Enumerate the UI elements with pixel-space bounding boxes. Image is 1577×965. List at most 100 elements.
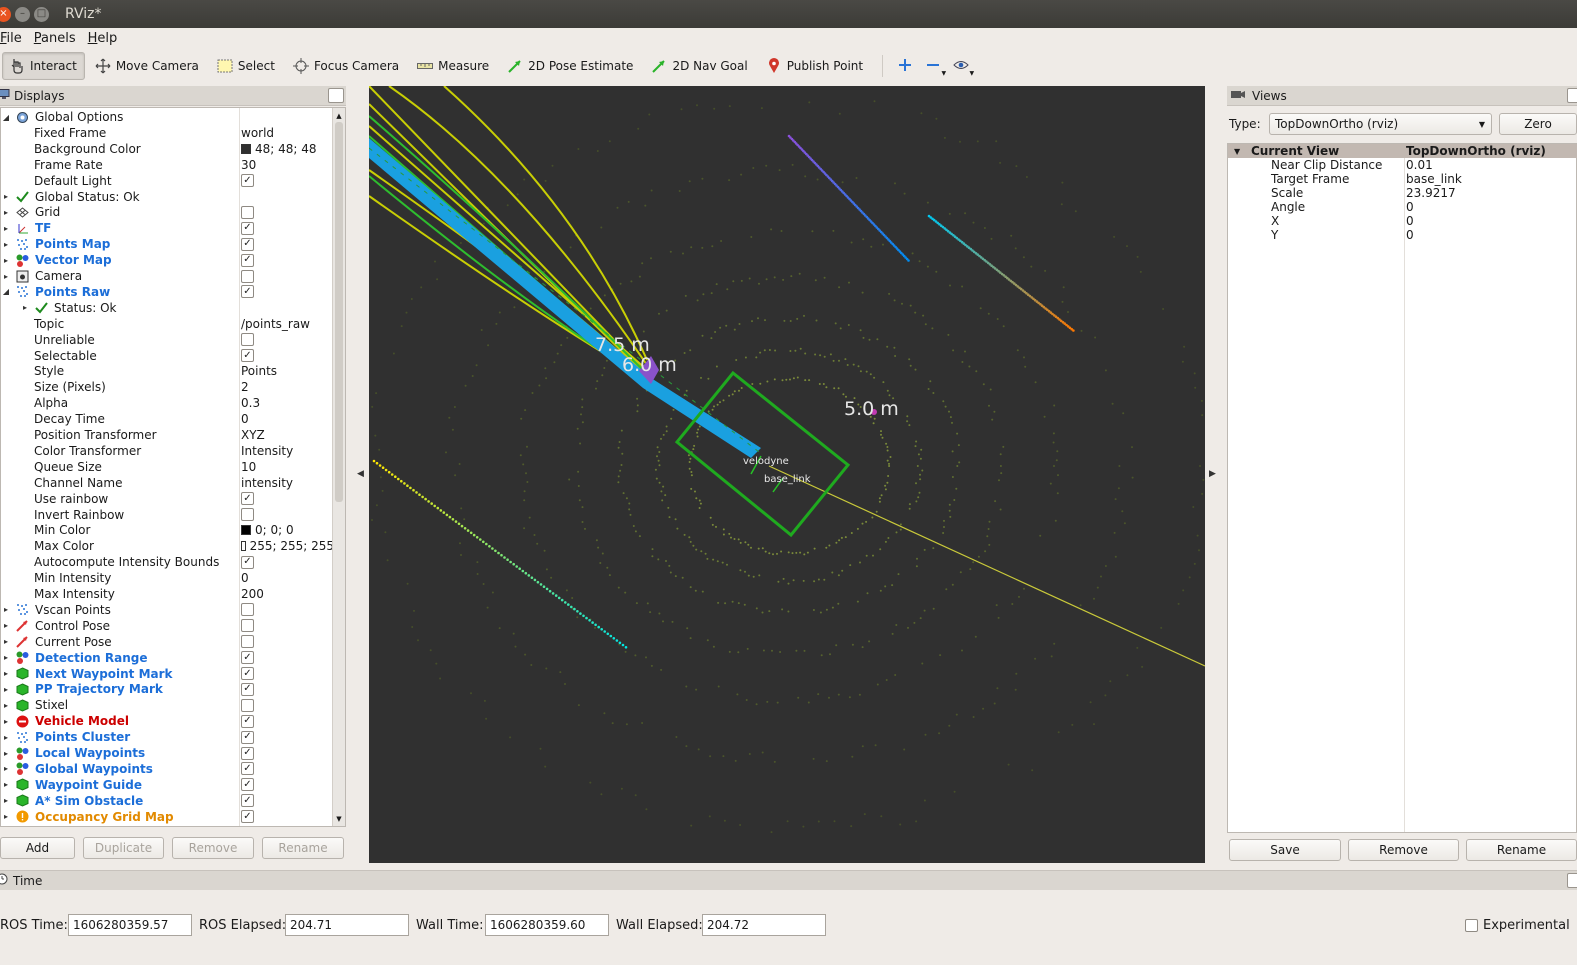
tool-focus-camera[interactable]: Focus Camera <box>286 52 407 80</box>
expand-arrow-icon[interactable]: ▸ <box>1 685 11 694</box>
display-occupancy-grid-map[interactable]: ▸ Occupancy Grid Map ✓ <box>1 809 334 825</box>
display-global-waypoints[interactable]: ▸ Global Waypoints ✓ <box>1 761 334 777</box>
render-viewport[interactable]: 7.5 m 6.0 m 5.0 m velodyne base_link <box>369 86 1205 863</box>
close-window-icon[interactable]: × <box>0 6 11 22</box>
prop-channel-name-value[interactable]: intensity <box>241 476 334 490</box>
prop-position-transformer-value[interactable]: XYZ <box>241 428 334 442</box>
view-prop-value[interactable]: 0.01 <box>1406 158 1433 172</box>
prop-alpha-value[interactable]: 0.3 <box>241 396 334 410</box>
display-vscan-points[interactable]: ▸ Vscan Points <box>1 602 334 618</box>
prop-topic-value[interactable]: /points_raw <box>241 317 334 331</box>
display-tf-checkbox[interactable]: ✓ <box>241 221 254 235</box>
prop-style[interactable]: Style Points <box>1 363 334 379</box>
view-prop-angle[interactable]: Angle 0 <box>1228 200 1577 214</box>
prop-color-transformer-value[interactable]: Intensity <box>241 444 334 458</box>
prop-topic[interactable]: Topic/points_raw <box>1 316 334 332</box>
minimize-window-icon[interactable]: – <box>15 6 30 22</box>
prop-min-color-value[interactable]: 0; 0; 0 <box>241 523 334 537</box>
global-options[interactable]: ◢ Global Options <box>1 109 334 125</box>
expand-arrow-icon[interactable]: ▸ <box>1 653 11 662</box>
view-prop-near-clip-distance[interactable]: Near Clip Distance 0.01 <box>1228 158 1577 172</box>
prop-use-rainbow-checkbox[interactable]: ✓ <box>241 492 254 506</box>
prop-max-intensity-value[interactable]: 200 <box>241 587 334 601</box>
tool-2d-nav-goal[interactable]: 2D Nav Goal <box>644 52 755 80</box>
display-grid-checkbox[interactable] <box>241 205 254 219</box>
menu-file[interactable]: File <box>0 31 28 46</box>
expand-arrow-icon[interactable]: ▼ <box>1234 147 1240 156</box>
tool-select[interactable]: Select <box>210 52 283 80</box>
expand-arrow-icon[interactable]: ▸ <box>1 764 11 773</box>
display-tf[interactable]: ▸ TF ✓ <box>1 220 334 236</box>
display-stixel-checkbox[interactable] <box>241 698 254 712</box>
expand-arrow-icon[interactable]: ▸ <box>1 208 11 217</box>
display-vector-map-checkbox[interactable]: ✓ <box>241 253 254 267</box>
tool-2d-pose-estimate[interactable]: 2D Pose Estimate <box>500 52 641 80</box>
expand-arrow-icon[interactable]: ▸ <box>1 240 11 249</box>
tool-measure[interactable]: Measure <box>410 52 497 80</box>
time-float-toggle[interactable] <box>1567 873 1577 888</box>
prop-max-color[interactable]: Max Color 255; 255; 255 <box>1 538 334 554</box>
display-points-raw-checkbox[interactable]: ✓ <box>241 285 254 299</box>
prop-alpha[interactable]: Alpha 0.3 <box>1 395 334 411</box>
view-prop-value[interactable]: 0 <box>1406 214 1414 228</box>
display-detection-range[interactable]: ▸ Detection Range ✓ <box>1 650 334 666</box>
display-pp-trajectory-mark-checkbox[interactable]: ✓ <box>241 682 254 696</box>
display-camera[interactable]: ▸ Camera <box>1 268 334 284</box>
current-view-row[interactable]: ▼ Current View TopDownOrtho (rviz) <box>1228 144 1577 158</box>
display-grid[interactable]: ▸ Grid <box>1 204 334 220</box>
display-control-pose[interactable]: ▸ Control Pose <box>1 618 334 634</box>
display-points-map[interactable]: ▸ Points Map ✓ <box>1 236 334 252</box>
prop-size-pixels[interactable]: Size (Pixels) 2 <box>1 379 334 395</box>
ros-elapsed-field[interactable]: 204.71 <box>285 914 409 936</box>
prop-style-value[interactable]: Points <box>241 364 334 378</box>
view-prop-scale[interactable]: Scale 23.9217 <box>1228 186 1577 200</box>
display-waypoint-guide-checkbox[interactable]: ✓ <box>241 778 254 792</box>
prop-selectable-checkbox[interactable]: ✓ <box>241 349 254 362</box>
prop-min-intensity[interactable]: Min Intensity 0 <box>1 570 334 586</box>
default-light[interactable]: Default Light ✓ <box>1 173 334 189</box>
menu-help[interactable]: Help <box>88 31 124 46</box>
display-detection-range-checkbox[interactable]: ✓ <box>241 651 254 665</box>
display-stixel[interactable]: ▸ Stixel <box>1 697 334 713</box>
display-current-pose[interactable]: ▸ Current Pose <box>1 634 334 650</box>
prop-decay-time[interactable]: Decay Time 0 <box>1 411 334 427</box>
expand-arrow-icon[interactable]: ▸ <box>1 621 11 630</box>
prop-invert-rainbow-checkbox[interactable] <box>241 508 254 521</box>
displays-scrollbar[interactable]: ▲ ▼ <box>332 108 345 826</box>
prop-autocompute-intensity-bounds[interactable]: Autocompute Intensity Bounds ✓ <box>1 554 334 570</box>
collapse-left-icon[interactable]: ◀ <box>357 469 364 479</box>
expand-arrow-icon[interactable]: ▸ <box>1 701 11 710</box>
prop-size-pixels-value[interactable]: 2 <box>241 380 334 394</box>
display-points-cluster-checkbox[interactable]: ✓ <box>241 730 254 744</box>
view-prop-value[interactable]: 0 <box>1406 228 1414 242</box>
scroll-up-icon[interactable]: ▲ <box>333 110 345 122</box>
fixed-frame-value[interactable]: world <box>241 126 334 140</box>
display-next-waypoint-mark-checkbox[interactable]: ✓ <box>241 667 254 680</box>
ros-time-field[interactable]: 1606280359.57 <box>68 914 192 936</box>
rename-display-button[interactable]: Rename <box>262 837 344 859</box>
expand-arrow-icon[interactable]: ▸ <box>1 733 11 742</box>
view-prop-value[interactable]: 0 <box>1406 200 1414 214</box>
expand-arrow-icon[interactable]: ▸ <box>1 256 11 265</box>
view-prop-value[interactable]: 23.9217 <box>1406 186 1456 200</box>
expand-arrow-icon[interactable]: ◢ <box>1 113 11 122</box>
expand-arrow-icon[interactable]: ▸ <box>1 605 11 614</box>
display-occupancy-grid-map-checkbox[interactable]: ✓ <box>241 810 254 824</box>
prop-min-intensity-value[interactable]: 0 <box>241 571 334 585</box>
expand-arrow-icon[interactable]: ▸ <box>1 669 11 678</box>
display-a-sim-obstacle[interactable]: ▸ A* Sim Obstacle ✓ <box>1 793 334 809</box>
display-current-pose-checkbox[interactable] <box>241 635 254 649</box>
scene-canvas[interactable]: 7.5 m 6.0 m 5.0 m velodyne base_link <box>369 86 1205 863</box>
add-display-button[interactable]: Add <box>0 837 75 859</box>
prop-color-transformer[interactable]: Color Transformer Intensity <box>1 443 334 459</box>
wall-time-field[interactable]: 1606280359.60 <box>485 914 609 936</box>
prop-unreliable[interactable]: Unreliable <box>1 332 334 348</box>
add-tool-button[interactable] <box>891 52 919 80</box>
display-waypoint-guide[interactable]: ▸ Waypoint Guide ✓ <box>1 777 334 793</box>
remove-display-button[interactable]: Remove <box>172 837 254 859</box>
save-view-button[interactable]: Save <box>1229 839 1341 861</box>
display-vector-map[interactable]: ▸ Vector Map ✓ <box>1 252 334 268</box>
display-camera-checkbox[interactable] <box>241 269 254 283</box>
expand-arrow-icon[interactable]: ▸ <box>1 796 11 805</box>
display-local-waypoints-checkbox[interactable]: ✓ <box>241 746 254 760</box>
